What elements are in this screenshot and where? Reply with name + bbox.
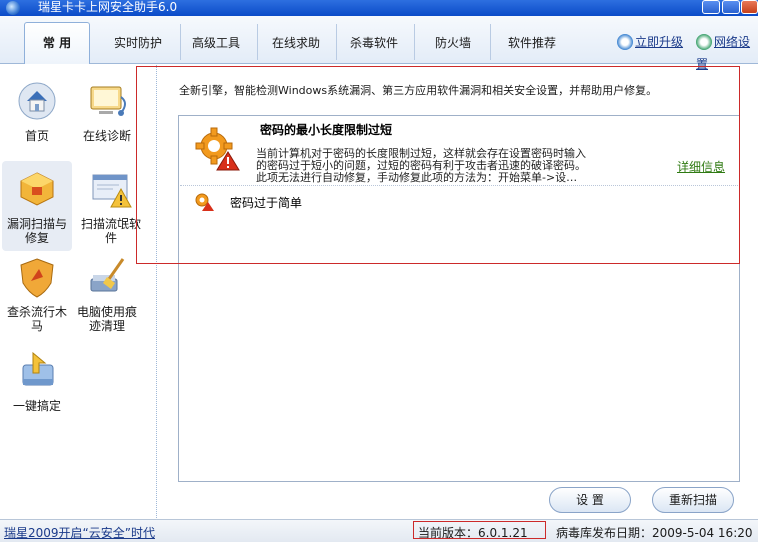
close-button[interactable] [741, 0, 758, 14]
upgrade-icon [617, 34, 633, 50]
cloud-security-link[interactable]: 瑞星2009开启“云安全”时代 [4, 524, 155, 541]
app-logo-icon [6, 1, 20, 15]
tab-software-recommend[interactable]: 软件推荐 [494, 32, 570, 54]
sidebar-item-one-click[interactable]: 一键搞定 [2, 349, 72, 413]
detail-info-link[interactable]: 详细信息 [677, 158, 725, 175]
issue-description: 当前计算机对于密码的长度限制过短，这样就会存在设置密码时输入 的密码过于短小的问… [256, 147, 586, 184]
issue-title: 密码的最小长度限制过短 [260, 123, 393, 137]
sidebar-item-home[interactable]: 首页 [2, 79, 72, 143]
trojan-kill-icon [15, 255, 59, 299]
sidebar-item-label: 扫描流氓软件 [80, 217, 141, 245]
rescan-button[interactable]: 重新扫描 [652, 487, 734, 513]
gear-warning-icon [194, 126, 240, 172]
main-tabbar: 常 用 实时防护 高级工具 在线求助 杀毒软件 防火墙 软件推荐 立即升级 网络… [0, 16, 758, 71]
tab-realtime-protection[interactable]: 实时防护 [96, 32, 180, 54]
diagnose-icon [85, 79, 129, 123]
issue-title: 密码过于简单 [230, 196, 303, 210]
home-icon [15, 79, 59, 123]
sidebar: 首页 在线诊断 漏洞扫描与修复 扫描流氓软件 查杀流行木马 电脑使用痕迹清理 一… [0, 65, 157, 518]
sidebar-item-label: 一键搞定 [12, 399, 61, 413]
tab-firewall[interactable]: 防火墙 [418, 32, 488, 54]
virus-db-date: 病毒库发布日期：2009-5-04 16:20 [556, 526, 753, 540]
sidebar-item-rogue-scan[interactable]: 扫描流氓软件 [76, 167, 146, 245]
settings-button[interactable]: 设 置 [549, 487, 631, 513]
sidebar-item-trace-clean[interactable]: 电脑使用痕迹清理 [72, 255, 142, 333]
sidebar-item-label: 在线诊断 [82, 129, 131, 143]
current-version: 当前版本：6.0.1.21 [418, 526, 528, 540]
sidebar-item-trojan-kill[interactable]: 查杀流行木马 [2, 255, 72, 333]
sidebar-item-vuln-scan[interactable]: 漏洞扫描与修复 [2, 161, 72, 251]
upgrade-now-link[interactable]: 立即升级 [617, 31, 683, 53]
maximize-button[interactable] [722, 0, 740, 14]
sidebar-item-label: 电脑使用痕迹清理 [76, 305, 137, 333]
status-bar: 瑞星2009开启“云安全”时代 当前版本：6.0.1.21 病毒库发布日期：20… [0, 519, 758, 542]
tab-advanced-tools[interactable]: 高级工具 [180, 32, 252, 54]
sidebar-item-label: 漏洞扫描与修复 [6, 217, 67, 245]
network-settings-link[interactable]: 网络设置 [696, 31, 758, 71]
issue-item: 密码的最小长度限制过短 当前计算机对于密码的长度限制过短，这样就会存在设置密码时… [180, 118, 738, 186]
rogue-scan-icon [89, 167, 133, 211]
one-click-icon [15, 349, 59, 393]
minimize-button[interactable] [702, 0, 720, 14]
tab-online-help[interactable]: 在线求助 [258, 32, 334, 54]
small-gear-warning-icon [194, 192, 214, 212]
tab-antivirus[interactable]: 杀毒软件 [338, 32, 410, 54]
title-bar: 瑞星卡卡上网安全助手6.0 [0, 0, 758, 16]
sidebar-item-online-diagnose[interactable]: 在线诊断 [72, 79, 142, 143]
broom-icon [85, 255, 129, 299]
intro-text: 全新引擎，智能检测Windows系统漏洞、第三方应用软件漏洞和相关安全设置，并帮… [179, 84, 658, 97]
vuln-scan-icon [15, 167, 59, 211]
tab-common[interactable]: 常 用 [24, 22, 90, 64]
issue-item[interactable]: 密码过于简单 [180, 188, 738, 214]
network-icon [696, 34, 712, 50]
sidebar-item-label: 首页 [24, 129, 49, 143]
sidebar-item-label: 查杀流行木马 [6, 305, 67, 333]
window-title: 瑞星卡卡上网安全助手6.0 [38, 0, 178, 14]
